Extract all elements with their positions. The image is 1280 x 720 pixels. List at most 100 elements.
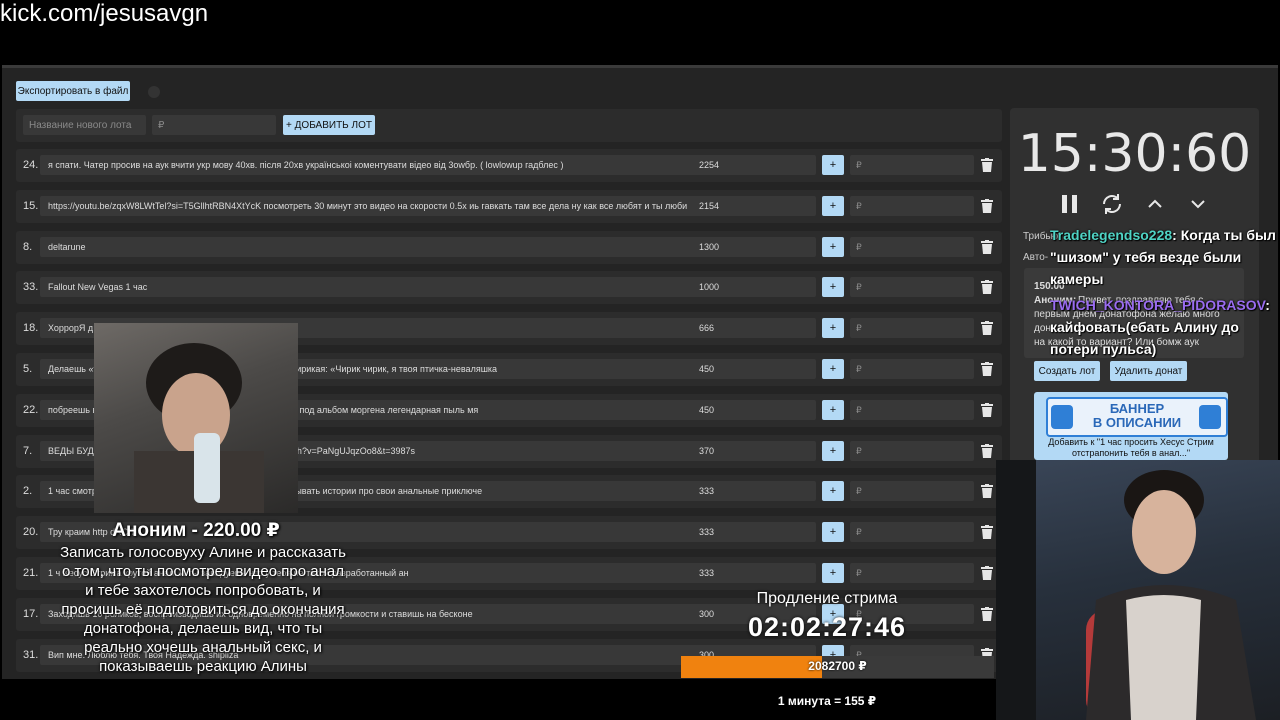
alert-title: Аноним - 220.00 ₽ bbox=[112, 520, 280, 541]
lot-number: 17. bbox=[23, 608, 39, 620]
chat-nick: Tradelegendso228 bbox=[1050, 227, 1173, 243]
lot-add-amount-input[interactable]: ₽ bbox=[850, 196, 974, 216]
lot-add-button[interactable]: + bbox=[822, 441, 844, 461]
lot-amount-input[interactable]: 450 bbox=[693, 359, 816, 379]
lot-number: 18. bbox=[23, 322, 39, 334]
lot-amount-input[interactable]: 333 bbox=[693, 481, 816, 501]
lot-number: 7. bbox=[23, 445, 33, 457]
lot-row: 15. https://youtu.be/zqxW8LWtTel?si=T5Gll… bbox=[16, 190, 1002, 223]
theme-toggle[interactable] bbox=[148, 86, 160, 98]
lot-add-button[interactable]: + bbox=[822, 155, 844, 175]
stream-frame: kick.com/jesusavgn Экспортировать в файл… bbox=[0, 0, 1280, 720]
lot-number: 31. bbox=[23, 649, 39, 661]
alert-webcam-image bbox=[94, 323, 298, 513]
chat-message: Tradelegendso228: Когда ты был "шизом" у… bbox=[1050, 224, 1278, 290]
trash-icon[interactable] bbox=[981, 525, 993, 539]
chevron-down-icon[interactable] bbox=[1186, 192, 1210, 216]
lot-amount-input[interactable]: 1000 bbox=[693, 277, 816, 297]
lot-name-input[interactable]: Fallout New Vegas 1 час bbox=[40, 277, 702, 297]
lot-row: 8. deltarune 1300 + ₽ bbox=[16, 231, 1002, 264]
lot-add-amount-input[interactable]: ₽ bbox=[850, 318, 974, 338]
new-lot-amount-input[interactable]: ₽ bbox=[152, 115, 276, 135]
add-to-lot-label: Добавить к "1 час просить Хесус Стрим от… bbox=[1048, 437, 1214, 458]
lot-amount-input[interactable]: 333 bbox=[693, 563, 816, 583]
trash-icon[interactable] bbox=[981, 484, 993, 498]
lot-name-input[interactable]: https://youtu.be/zqxW8LWtTel?si=T5GllhtR… bbox=[40, 196, 702, 216]
lot-number: 33. bbox=[23, 281, 39, 293]
lot-add-button[interactable]: + bbox=[822, 237, 844, 257]
trash-icon[interactable] bbox=[981, 321, 993, 335]
chevron-up-icon[interactable] bbox=[1143, 192, 1167, 216]
auction-timer: 15:30:60 bbox=[1017, 124, 1252, 184]
banner-text: БАННЕР В ОПИСАНИИ bbox=[1070, 402, 1204, 430]
lot-row: 24. я спати. Чатер просив на аук вчити ук… bbox=[16, 149, 1002, 182]
delete-donation-button[interactable]: Удалить донат bbox=[1110, 361, 1187, 381]
refresh-icon[interactable] bbox=[1100, 192, 1124, 216]
streamer-webcam bbox=[996, 460, 1280, 720]
lot-amount-input[interactable]: 2154 bbox=[693, 196, 816, 216]
lot-add-amount-input[interactable]: ₽ bbox=[850, 277, 974, 297]
alert-message: Записать голосовуху Алине и рассказать о… bbox=[60, 544, 346, 675]
extension-rate: 1 минута = 155 ₽ bbox=[777, 694, 877, 708]
chat-nick: TWICH_KONTORA_PIDORASOV bbox=[1050, 297, 1266, 313]
lot-add-amount-input[interactable]: ₽ bbox=[850, 237, 974, 257]
lot-add-button[interactable]: + bbox=[822, 318, 844, 338]
lot-amount-input[interactable]: 370 bbox=[693, 441, 816, 461]
lot-amount-input[interactable]: 333 bbox=[693, 522, 816, 542]
lot-name-input[interactable]: deltarune bbox=[40, 237, 702, 257]
add-lot-button[interactable]: + ДОБАВИТЬ ЛОТ bbox=[283, 115, 375, 135]
lot-add-button[interactable]: + bbox=[822, 400, 844, 420]
banner-line1: БАННЕР bbox=[1109, 401, 1165, 416]
lot-number: 2. bbox=[23, 485, 33, 497]
trash-icon[interactable] bbox=[981, 240, 993, 254]
streamer-figure bbox=[134, 343, 264, 513]
lot-row: 33. Fallout New Vegas 1 час 1000 + ₽ bbox=[16, 271, 1002, 304]
lot-number: 22. bbox=[23, 404, 39, 416]
stream-url: kick.com/jesusavgn bbox=[0, 0, 209, 27]
lot-number: 15. bbox=[23, 200, 39, 212]
trash-icon[interactable] bbox=[981, 199, 993, 213]
lot-add-amount-input[interactable]: ₽ bbox=[850, 481, 974, 501]
lot-add-button[interactable]: + bbox=[822, 522, 844, 542]
lot-add-button[interactable]: + bbox=[822, 277, 844, 297]
trash-icon[interactable] bbox=[981, 280, 993, 294]
lot-number: 20. bbox=[23, 526, 39, 538]
lot-add-button[interactable]: + bbox=[822, 359, 844, 379]
extension-timer: 02:02:27:46 bbox=[747, 612, 907, 642]
lot-number: 5. bbox=[23, 363, 33, 375]
lot-add-amount-input[interactable]: ₽ bbox=[850, 155, 974, 175]
trash-icon[interactable] bbox=[981, 158, 993, 172]
lot-number: 8. bbox=[23, 241, 33, 253]
lot-add-button[interactable]: + bbox=[822, 563, 844, 583]
create-lot-button[interactable]: Создать лот bbox=[1034, 361, 1100, 381]
trash-icon[interactable] bbox=[981, 566, 993, 580]
trash-icon[interactable] bbox=[981, 607, 993, 621]
export-button[interactable]: Экспортировать в файл bbox=[16, 81, 130, 101]
lot-add-amount-input[interactable]: ₽ bbox=[850, 563, 974, 583]
extension-progress-text: 2082700 ₽ bbox=[808, 659, 867, 673]
trash-icon[interactable] bbox=[981, 403, 993, 417]
lot-number: 24. bbox=[23, 159, 39, 171]
trash-icon[interactable] bbox=[981, 444, 993, 458]
lot-amount-input[interactable]: 1300 bbox=[693, 237, 816, 257]
lot-number: 21. bbox=[23, 567, 39, 579]
lot-amount-input[interactable]: 666 bbox=[693, 318, 816, 338]
lot-add-amount-input[interactable]: ₽ bbox=[850, 441, 974, 461]
extension-label: Продление стрима bbox=[756, 590, 898, 607]
trash-icon[interactable] bbox=[981, 362, 993, 376]
lot-add-amount-input[interactable]: ₽ bbox=[850, 400, 974, 420]
chat-message: TWICH_KONTORA_PIDORASOV: кайфовать(ебать… bbox=[1050, 294, 1278, 360]
auto-label: Авто- bbox=[1023, 252, 1049, 263]
donation-text-line3: дон bbox=[1034, 323, 1051, 334]
lot-add-button[interactable]: + bbox=[822, 196, 844, 216]
banner-line2: В ОПИСАНИИ bbox=[1092, 415, 1182, 430]
lot-add-amount-input[interactable]: ₽ bbox=[850, 522, 974, 542]
lot-add-button[interactable]: + bbox=[822, 481, 844, 501]
lot-add-amount-input[interactable]: ₽ bbox=[850, 359, 974, 379]
pause-icon[interactable] bbox=[1058, 192, 1082, 216]
lot-amount-input[interactable]: 2254 bbox=[693, 155, 816, 175]
new-lot-name-input[interactable]: Название нового лота bbox=[23, 115, 146, 135]
lot-amount-input[interactable]: 450 bbox=[693, 400, 816, 420]
lot-name-input[interactable]: я спати. Чатер просив на аук вчити укр м… bbox=[40, 155, 702, 175]
streamer-figure bbox=[996, 460, 1256, 720]
